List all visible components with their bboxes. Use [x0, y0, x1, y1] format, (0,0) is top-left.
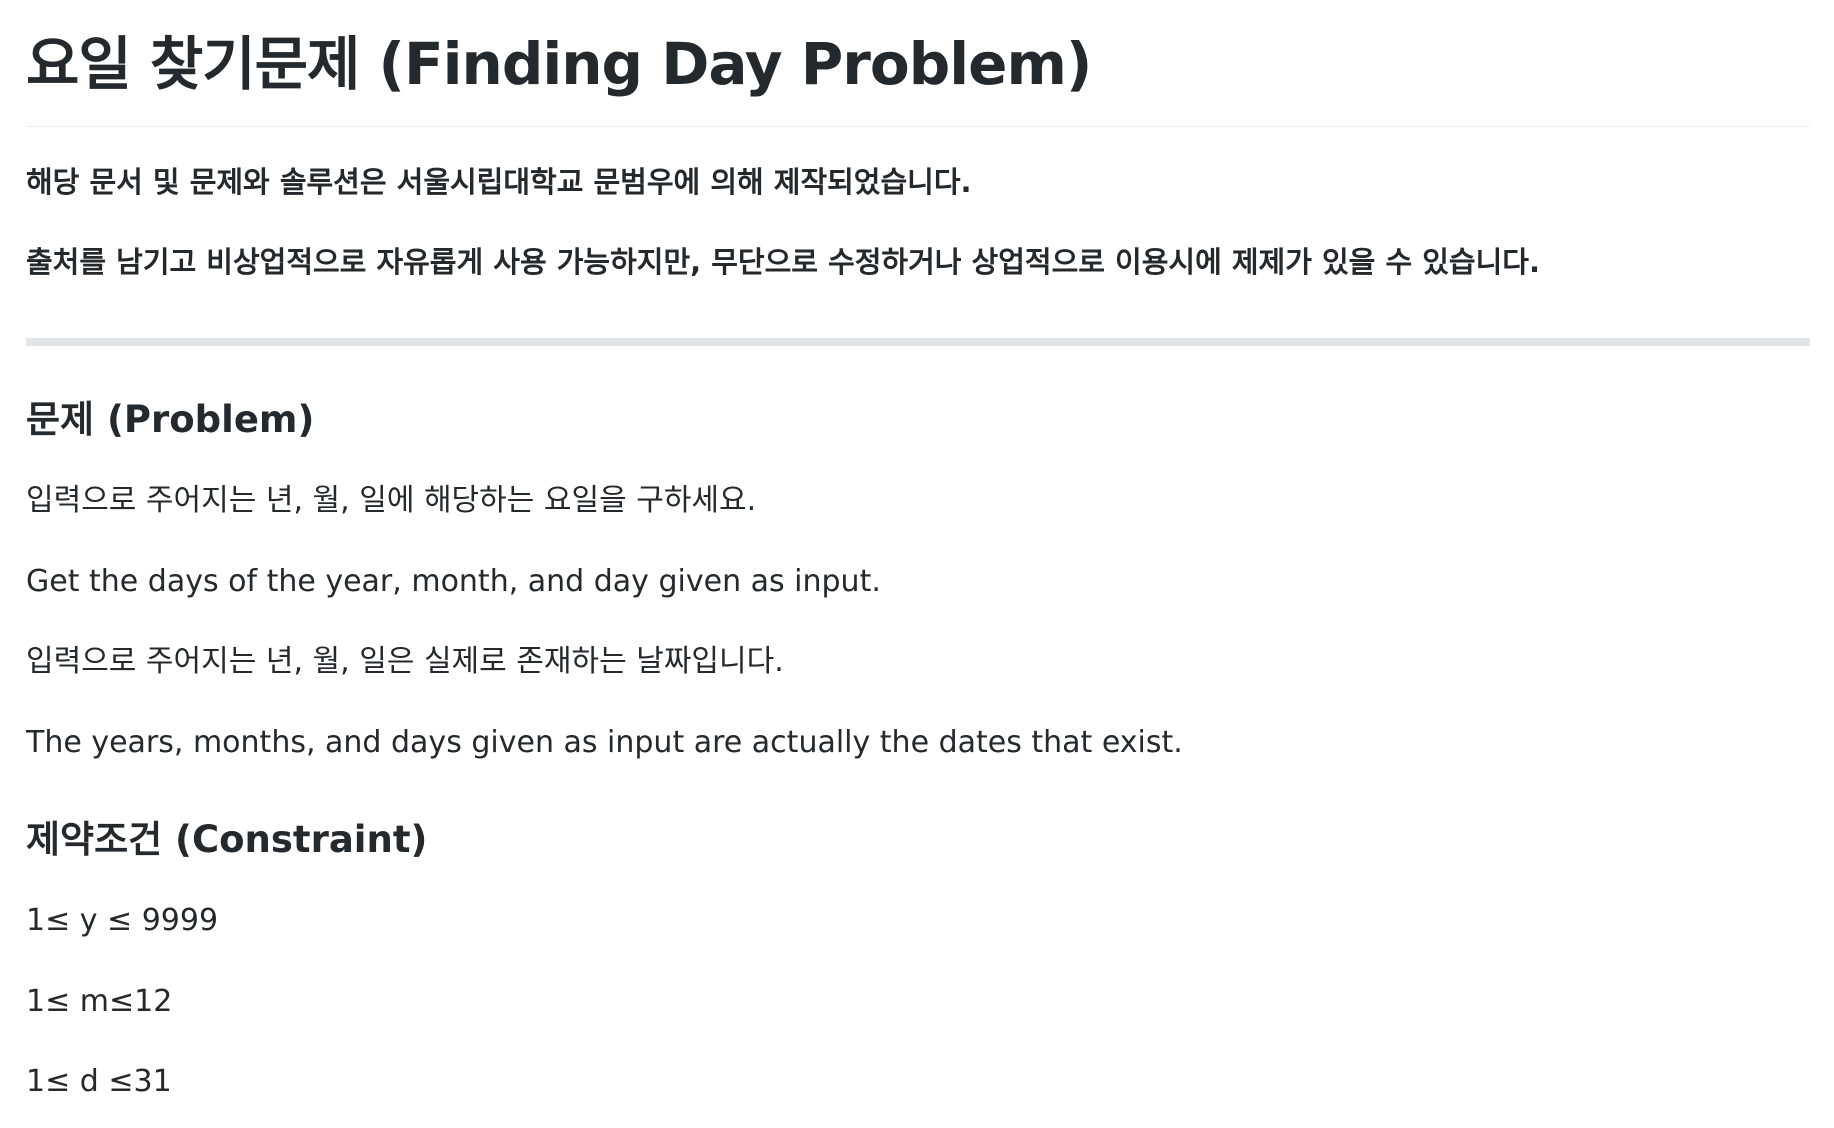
section-divider [26, 338, 1810, 346]
document-page: 요일 찾기문제 (Finding Day Problem) 해당 문서 및 문제… [0, 0, 1834, 1128]
notice-authorship: 해당 문서 및 문제와 솔루션은 서울시립대학교 문범우에 의해 제작되었습니다… [26, 165, 972, 199]
problem-line-ko-1: 입력으로 주어지는 년, 월, 일에 해당하는 요일을 구하세요. [26, 483, 757, 518]
problem-line-en-1: Get the days of the year, month, and day… [26, 564, 881, 599]
constraint-year: 1≤ y ≤ 9999 [26, 903, 219, 938]
constraint-day: 1≤ d ≤31 [26, 1064, 172, 1099]
problem-heading: 문제 (Problem) [26, 398, 315, 441]
problem-line-en-2: The years, months, and days given as inp… [26, 725, 1183, 760]
constraint-heading: 제약조건 (Constraint) [26, 818, 428, 861]
page-title: 요일 찾기문제 (Finding Day Problem) [26, 30, 1092, 98]
notice-license: 출처를 남기고 비상업적으로 자유롭게 사용 가능하지만, 무단으로 수정하거나… [26, 245, 1540, 279]
problem-line-ko-2: 입력으로 주어지는 년, 월, 일은 실제로 존재하는 날짜입니다. [26, 644, 784, 679]
title-divider [26, 126, 1810, 127]
constraint-month: 1≤ m≤12 [26, 984, 173, 1019]
